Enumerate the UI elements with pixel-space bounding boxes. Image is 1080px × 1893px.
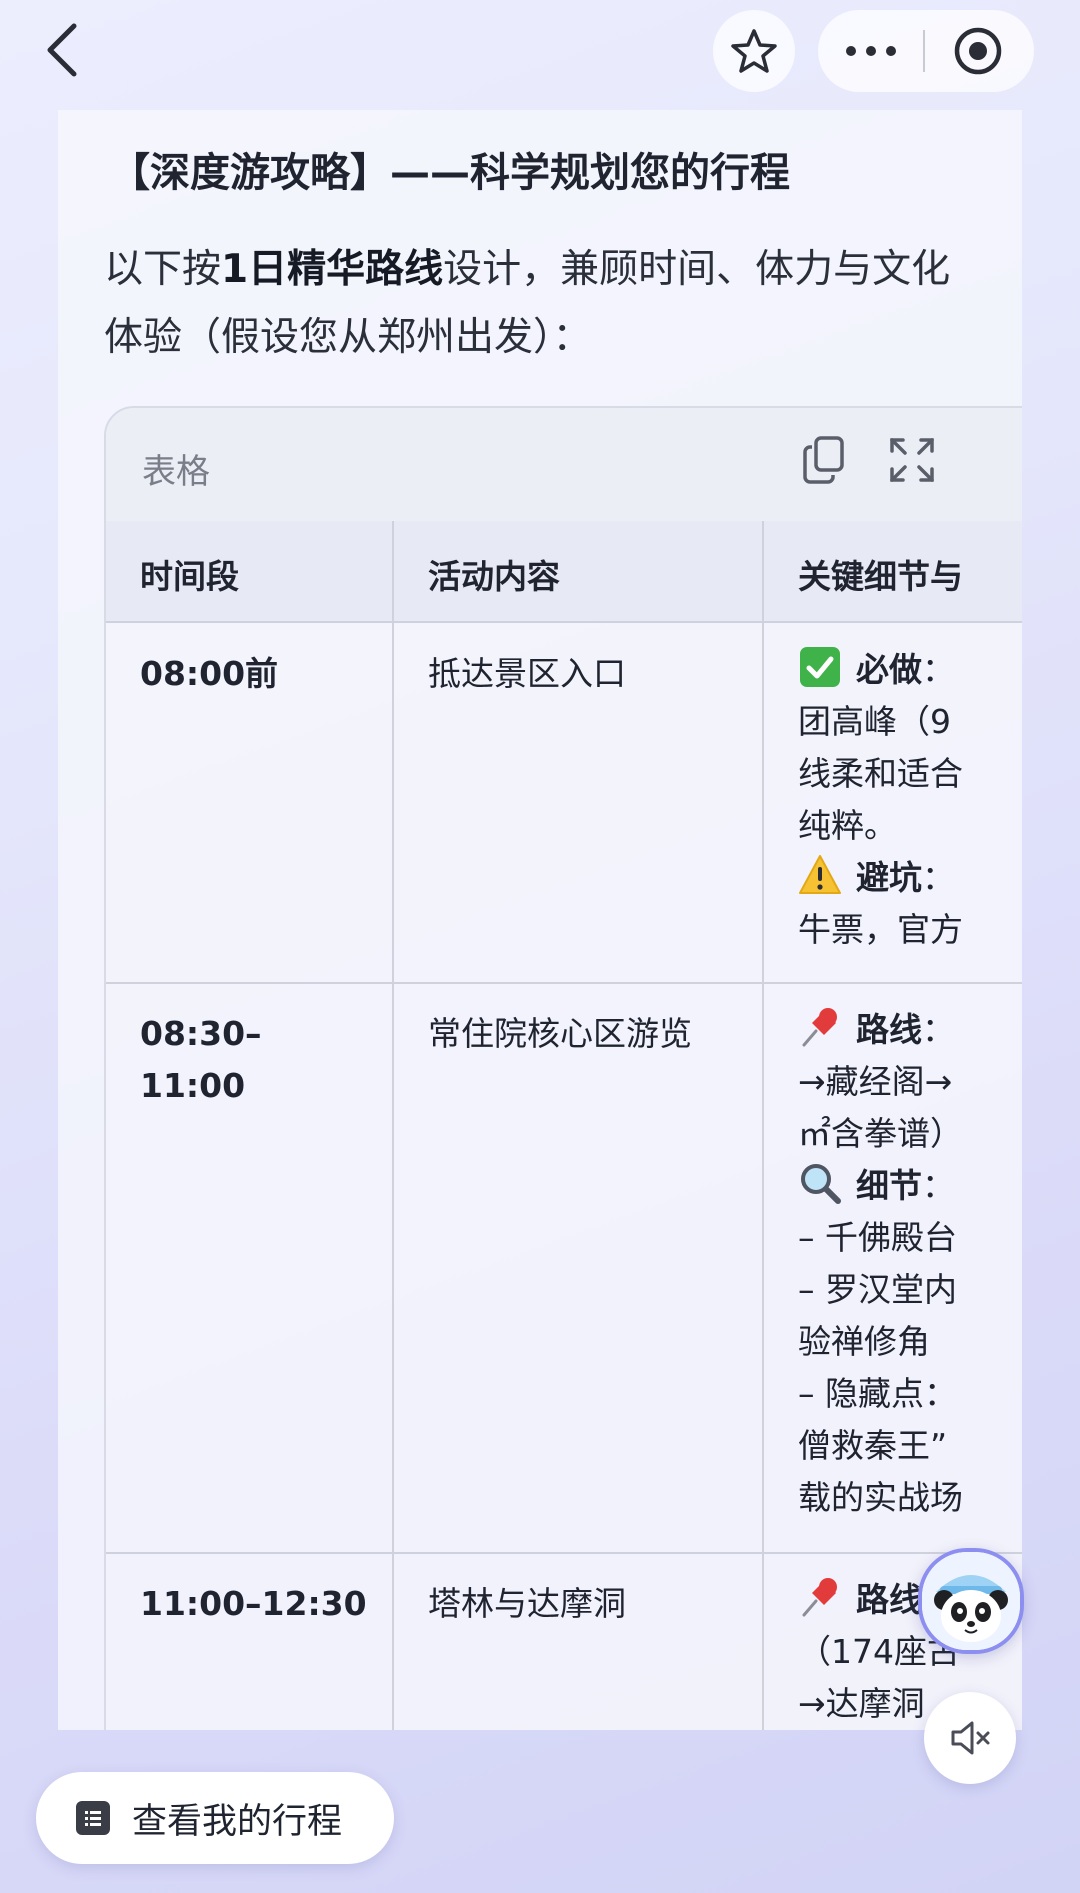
view-itinerary-button[interactable]: 查看我的行程 <box>36 1772 394 1864</box>
expand-icon <box>890 438 934 482</box>
star-outline-icon <box>731 29 777 73</box>
row2-time: 08:30– 11:00 <box>140 1014 262 1105</box>
detail-line: – 隐藏点： <box>798 1374 957 1413</box>
more-button[interactable] <box>818 10 923 92</box>
table-title: 表格 <box>142 452 210 492</box>
intro-paragraph: 以下按1日精华路线设计，兼顾时间、体力与文化体验（假设您从郑州出发）： <box>104 236 984 372</box>
detail-line: →藏经阁→ <box>798 1062 953 1101</box>
content-card: 【深度游攻略】——科学规划您的行程 以下按1日精华路线设计，兼顾时间、体力与文化… <box>58 110 1022 1730</box>
detail-line: 线柔和适合 <box>798 754 963 793</box>
detail-line: – 千佛殿台 <box>798 1218 957 1257</box>
detail-line: 载的实战场 <box>798 1478 963 1517</box>
ellipsis-icon <box>845 46 896 56</box>
column-divider <box>392 521 394 1730</box>
chevron-left-icon <box>47 23 77 77</box>
detail-line: ㎡含拳谱） <box>798 1114 963 1153</box>
warning-icon <box>799 855 841 894</box>
intro-bold: 1日精华路线 <box>221 247 444 292</box>
table-column-header-row: 时间段 活动内容 关键细节与 <box>106 521 1022 623</box>
list-icon <box>76 1801 110 1835</box>
check-mark-icon <box>800 647 840 687</box>
column-divider <box>762 521 764 1730</box>
page-heading: 【深度游攻略】——科学规划您的行程 <box>110 150 790 196</box>
pushpin-icon <box>802 1578 837 1617</box>
row2-details: 路线： →藏经阁→ ㎡含拳谱） 细节： – 千佛殿台 – 罗汉堂内 验禅修角 –… <box>798 1004 1022 1524</box>
pushpin-icon <box>802 1008 837 1047</box>
detail-line: 牛票，官方 <box>798 910 963 949</box>
column-header-activity: 活动内容 <box>428 557 560 596</box>
top-navigation-bar <box>0 0 1080 110</box>
detail-line: 团高峰（9 <box>798 702 951 741</box>
intro-prefix: 以下按 <box>104 247 222 292</box>
copy-icon <box>803 436 844 484</box>
detail-line: 细节： <box>798 1160 1022 1212</box>
itinerary-table: 表格 时间段 活动内容 关键细节与 08:00前 抵达景区入口 必做： 团高峰（… <box>104 406 1022 1730</box>
view-itinerary-label: 查看我的行程 <box>132 1801 343 1842</box>
panda-mascot-button[interactable] <box>918 1548 1024 1654</box>
row3-activity: 塔林与达摩洞 <box>428 1584 626 1623</box>
row1-time: 08:00前 <box>140 654 279 693</box>
mini-program-capsule <box>818 10 1034 92</box>
panda-mascot-icon <box>922 1552 1020 1650</box>
row1-activity: 抵达景区入口 <box>428 654 626 693</box>
detail-line: 僧救秦王” <box>798 1426 948 1465</box>
expand-button[interactable] <box>882 430 942 490</box>
detail-line: 避坑： <box>798 852 1022 904</box>
row-divider <box>106 1552 1022 1554</box>
detail-line: – 罗汉堂内 <box>798 1270 957 1309</box>
row2-activity: 常住院核心区游览 <box>428 1014 692 1053</box>
speaker-muted-icon <box>951 1721 990 1755</box>
row3-time: 11:00–12:30 <box>140 1584 367 1623</box>
table-header-bar: 表格 <box>106 408 1022 523</box>
detail-line: 路线： <box>798 1004 1022 1056</box>
copy-button[interactable] <box>794 430 854 490</box>
detail-line: 必做： <box>798 644 1022 696</box>
back-button[interactable] <box>34 20 90 80</box>
detail-line: 纯粹。 <box>798 806 897 845</box>
target-circle-icon <box>954 27 1001 75</box>
mute-button[interactable] <box>924 1692 1016 1784</box>
close-program-button[interactable] <box>925 10 1030 92</box>
magnifier-icon <box>801 1164 841 1204</box>
row-divider <box>106 982 1022 984</box>
row1-details: 必做： 团高峰（9 线柔和适合 纯粹。 避坑： 牛票，官方 <box>798 644 1022 956</box>
favorite-button[interactable] <box>713 10 795 92</box>
detail-line: 验禅修角 <box>798 1322 930 1361</box>
column-header-details: 关键细节与 <box>798 557 963 596</box>
column-header-time: 时间段 <box>140 557 239 596</box>
